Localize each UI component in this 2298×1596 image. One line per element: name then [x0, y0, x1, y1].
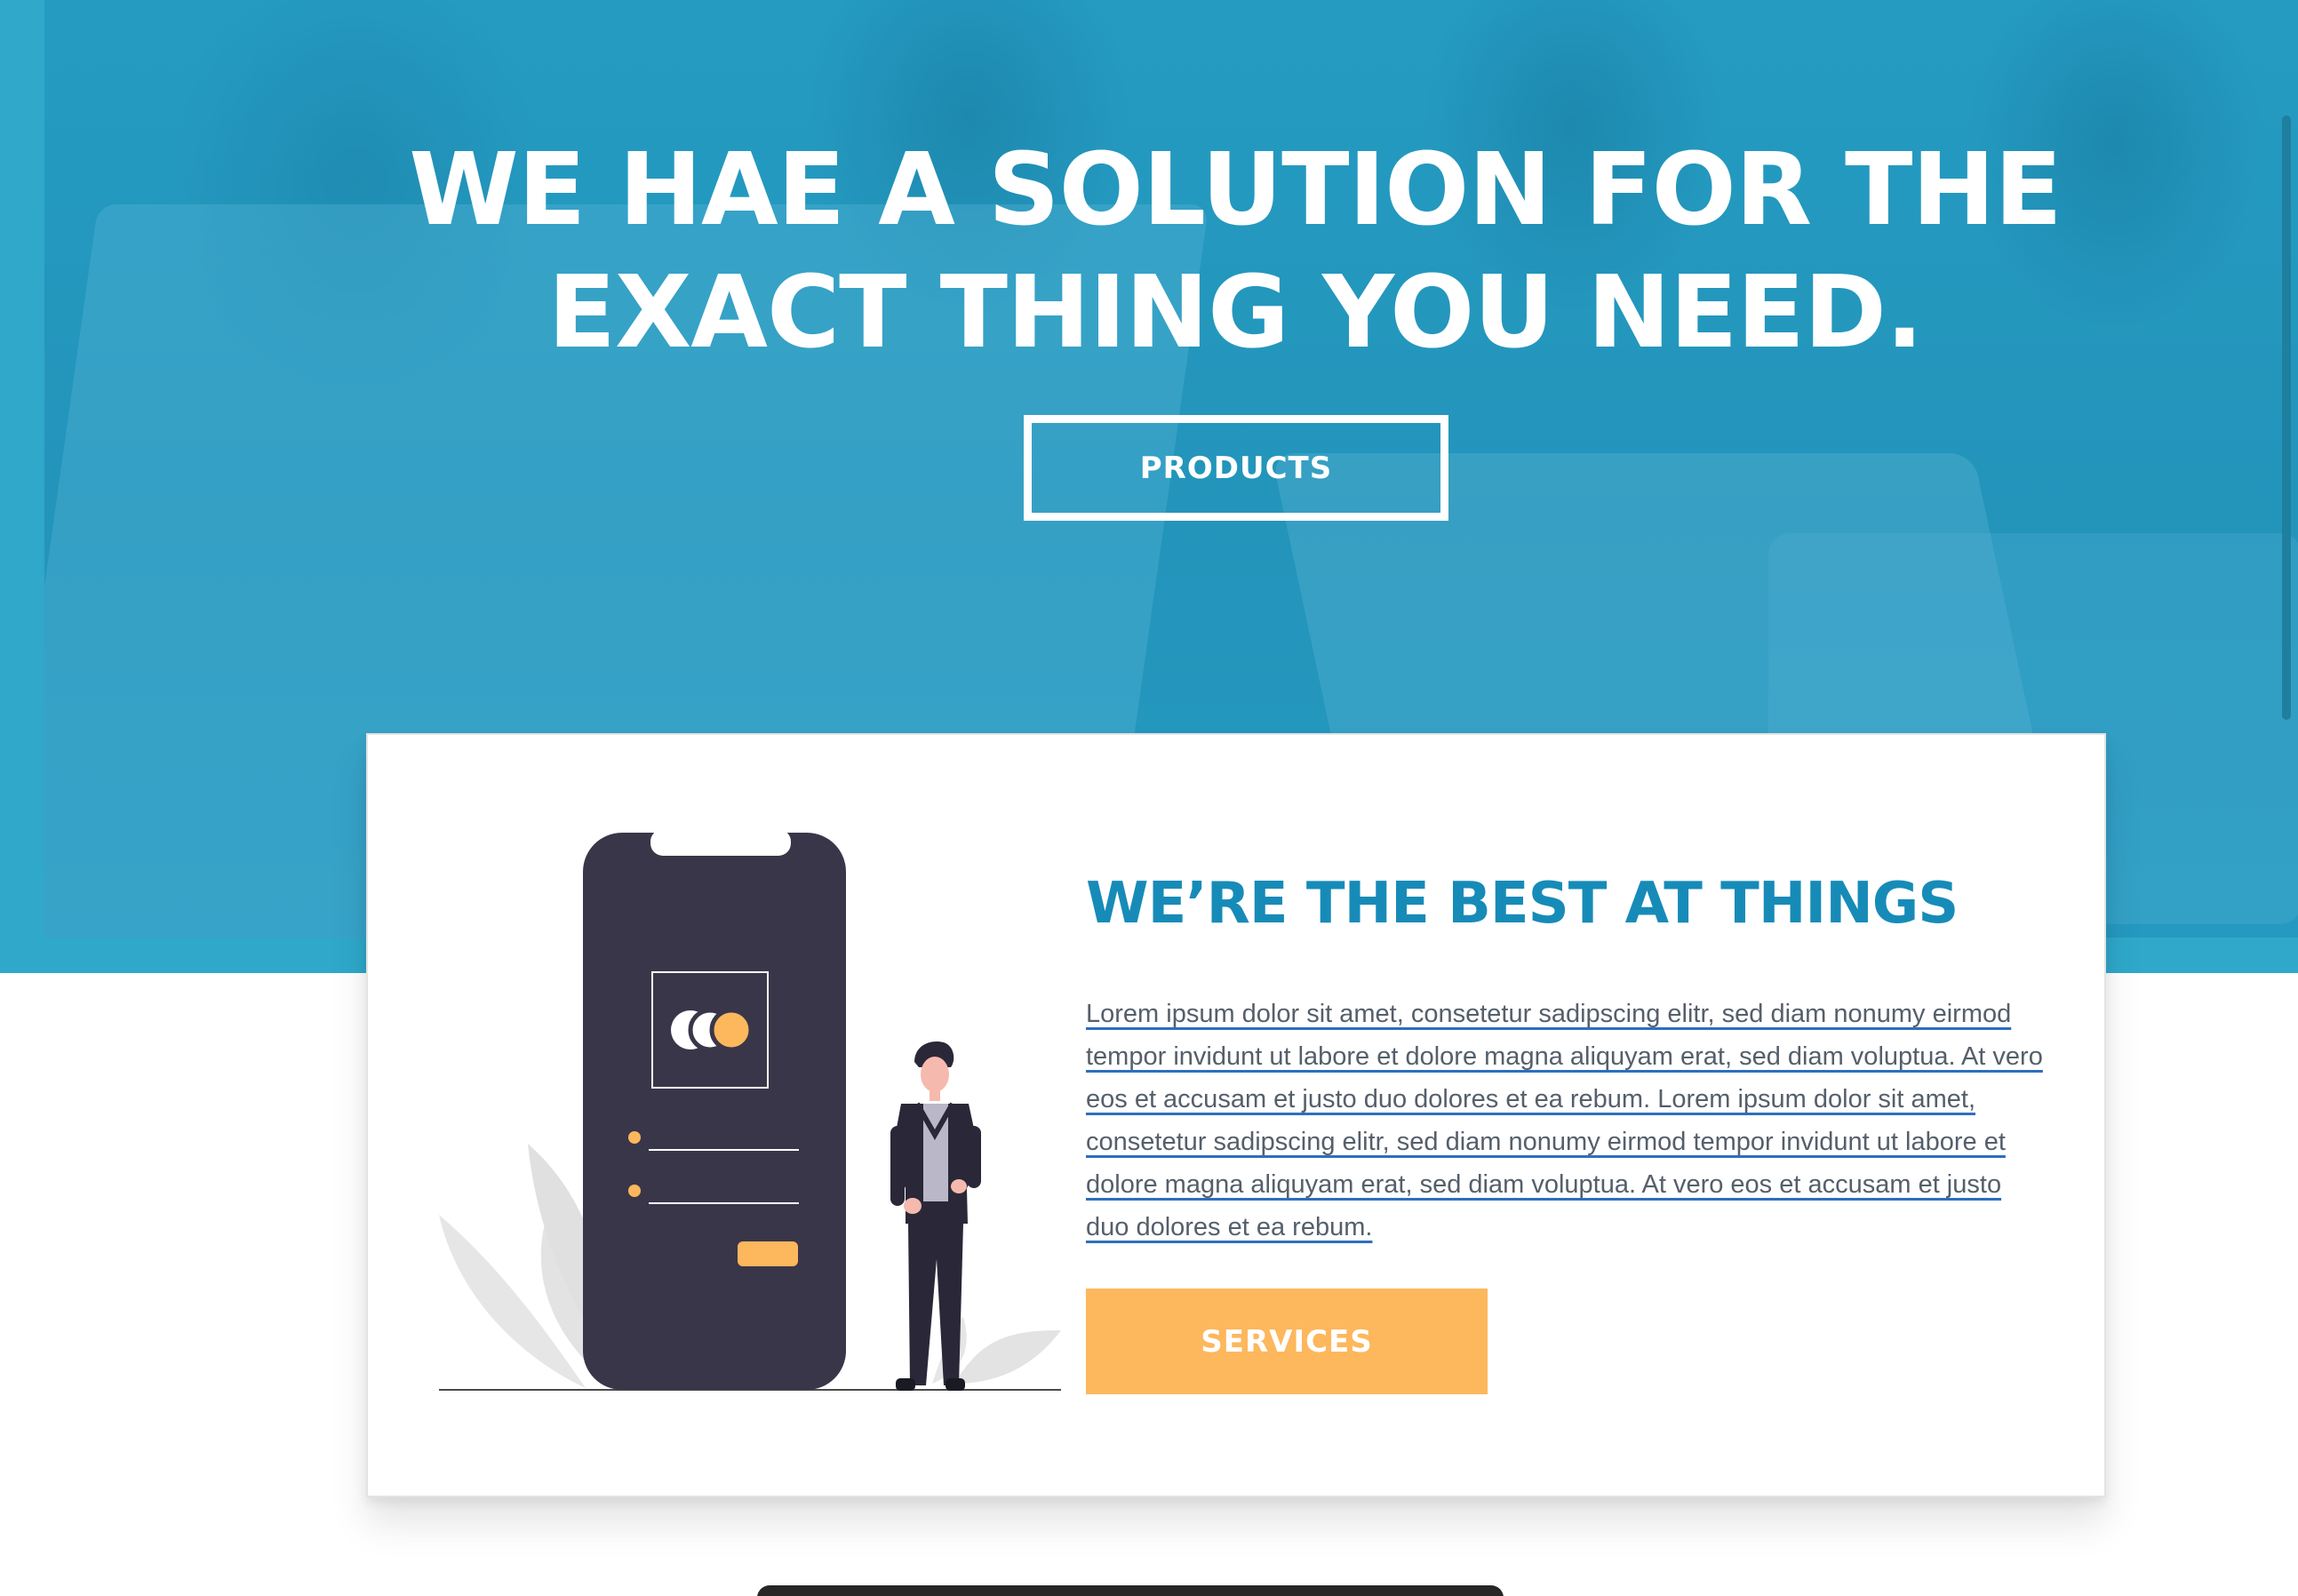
section-heading: WE’RE THE BEST AT THINGS: [1086, 871, 1959, 937]
card-payment-icon: [671, 1008, 754, 1052]
scrollbar[interactable]: [2282, 116, 2291, 720]
services-button[interactable]: SERVICES: [1086, 1289, 1488, 1394]
phone-body: [583, 833, 846, 1390]
bullet-dot: [628, 1131, 641, 1144]
person-figure: [890, 1041, 981, 1391]
section-body-text[interactable]: Lorem ipsum dolor sit amet, consetetur s…: [1086, 993, 2046, 1249]
about-card: WE’RE THE BEST AT THINGS Lorem ipsum dol…: [366, 733, 2106, 1497]
bullet-dot: [628, 1185, 641, 1197]
products-button[interactable]: PRODUCTS: [1024, 415, 1448, 521]
hero-title: WE HAE A SOLUTION FOR THE EXACT THING YO…: [409, 132, 2062, 371]
phone-button: [738, 1241, 798, 1266]
phone-notch: [650, 833, 791, 856]
person-with-phone-illustration: [439, 833, 1061, 1391]
leaf-shape: [954, 1330, 1061, 1384]
next-section-edge: [757, 1585, 1504, 1596]
